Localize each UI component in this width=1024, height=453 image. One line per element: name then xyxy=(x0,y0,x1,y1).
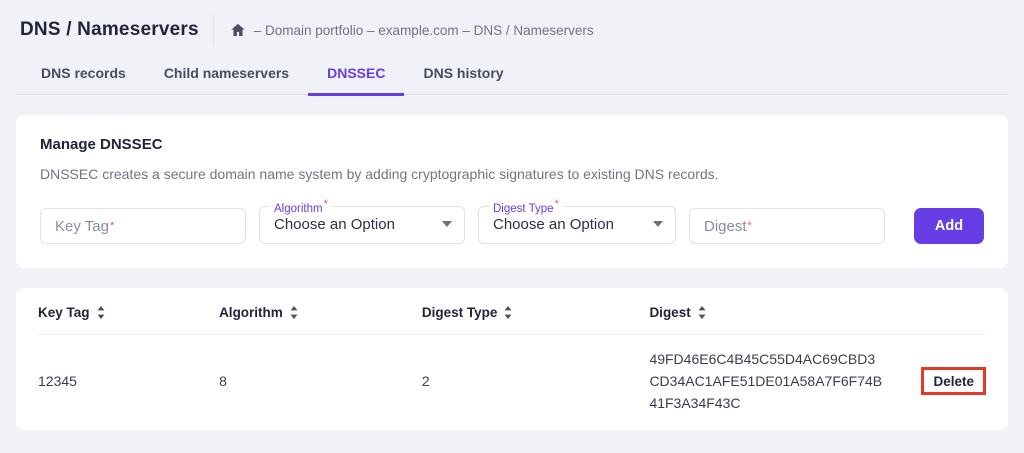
chevron-down-icon xyxy=(442,221,452,227)
required-asterisk: * xyxy=(555,198,559,210)
breadcrumb: – Domain portfolio – example.com – DNS /… xyxy=(230,22,594,38)
cell-key-tag: 12345 xyxy=(38,373,219,389)
algorithm-select[interactable]: Algorithm* Choose an Option xyxy=(259,199,465,244)
required-asterisk: * xyxy=(324,198,328,210)
column-header-key-tag[interactable]: Key Tag xyxy=(38,305,219,320)
key-tag-placeholder: Key Tag xyxy=(55,218,109,235)
home-icon[interactable] xyxy=(230,22,246,38)
key-tag-input[interactable]: Key Tag* xyxy=(40,208,246,244)
cell-digest: 49FD46E6C4B45C55D4AC69CBD3CD34AC1AFE51DE… xyxy=(649,348,921,414)
sort-icon[interactable] xyxy=(290,306,298,319)
digest-input[interactable]: Digest* xyxy=(689,208,885,244)
required-asterisk: * xyxy=(748,221,752,232)
add-button[interactable]: Add xyxy=(914,208,984,244)
table-header-row: Key Tag Algorithm Digest Type Digest xyxy=(38,288,986,335)
tab-dns-records[interactable]: DNS records xyxy=(22,55,145,96)
page-title: DNS / Nameservers xyxy=(20,19,199,41)
breadcrumb-path: – Domain portfolio – example.com – DNS /… xyxy=(254,23,594,38)
tab-dnssec[interactable]: DNSSEC xyxy=(308,55,404,96)
table-row: 12345 8 2 49FD46E6C4B45C55D4AC69CBD3CD34… xyxy=(38,335,986,430)
digest-type-label: Digest Type* xyxy=(489,199,563,215)
required-asterisk: * xyxy=(110,221,114,232)
manage-dnssec-card: Manage DNSSEC DNSSEC creates a secure do… xyxy=(16,115,1008,268)
algorithm-selected-value: Choose an Option xyxy=(274,216,395,233)
column-header-digest-type[interactable]: Digest Type xyxy=(422,305,650,320)
column-header-algorithm[interactable]: Algorithm xyxy=(219,305,422,320)
tab-dns-history[interactable]: DNS history xyxy=(404,55,522,96)
sort-icon[interactable] xyxy=(698,306,706,319)
tab-child-nameservers[interactable]: Child nameservers xyxy=(145,55,308,96)
card-title: Manage DNSSEC xyxy=(40,136,984,153)
header-divider xyxy=(213,15,214,45)
delete-button[interactable]: Delete xyxy=(933,374,974,389)
cell-algorithm: 8 xyxy=(219,373,422,389)
digest-placeholder: Digest xyxy=(704,218,747,235)
tab-bar: DNS records Child nameservers DNSSEC DNS… xyxy=(16,55,1008,95)
row-action: Delete xyxy=(921,367,986,395)
sort-icon[interactable] xyxy=(504,306,512,319)
sort-icon[interactable] xyxy=(97,306,105,319)
dnssec-form: Key Tag* Algorithm* Choose an Option Dig… xyxy=(40,199,984,244)
column-header-digest[interactable]: Digest xyxy=(649,305,986,320)
card-description: DNSSEC creates a secure domain name syst… xyxy=(40,166,984,182)
digest-type-select[interactable]: Digest Type* Choose an Option xyxy=(478,199,676,244)
cell-digest-type: 2 xyxy=(422,373,650,389)
algorithm-label: Algorithm* xyxy=(270,199,332,215)
page-header: DNS / Nameservers – Domain portfolio – e… xyxy=(0,0,1024,53)
chevron-down-icon xyxy=(653,221,663,227)
delete-highlight-box: Delete xyxy=(921,367,986,395)
digest-type-selected-value: Choose an Option xyxy=(493,216,614,233)
dnssec-table-card: Key Tag Algorithm Digest Type Digest 123… xyxy=(16,288,1008,430)
